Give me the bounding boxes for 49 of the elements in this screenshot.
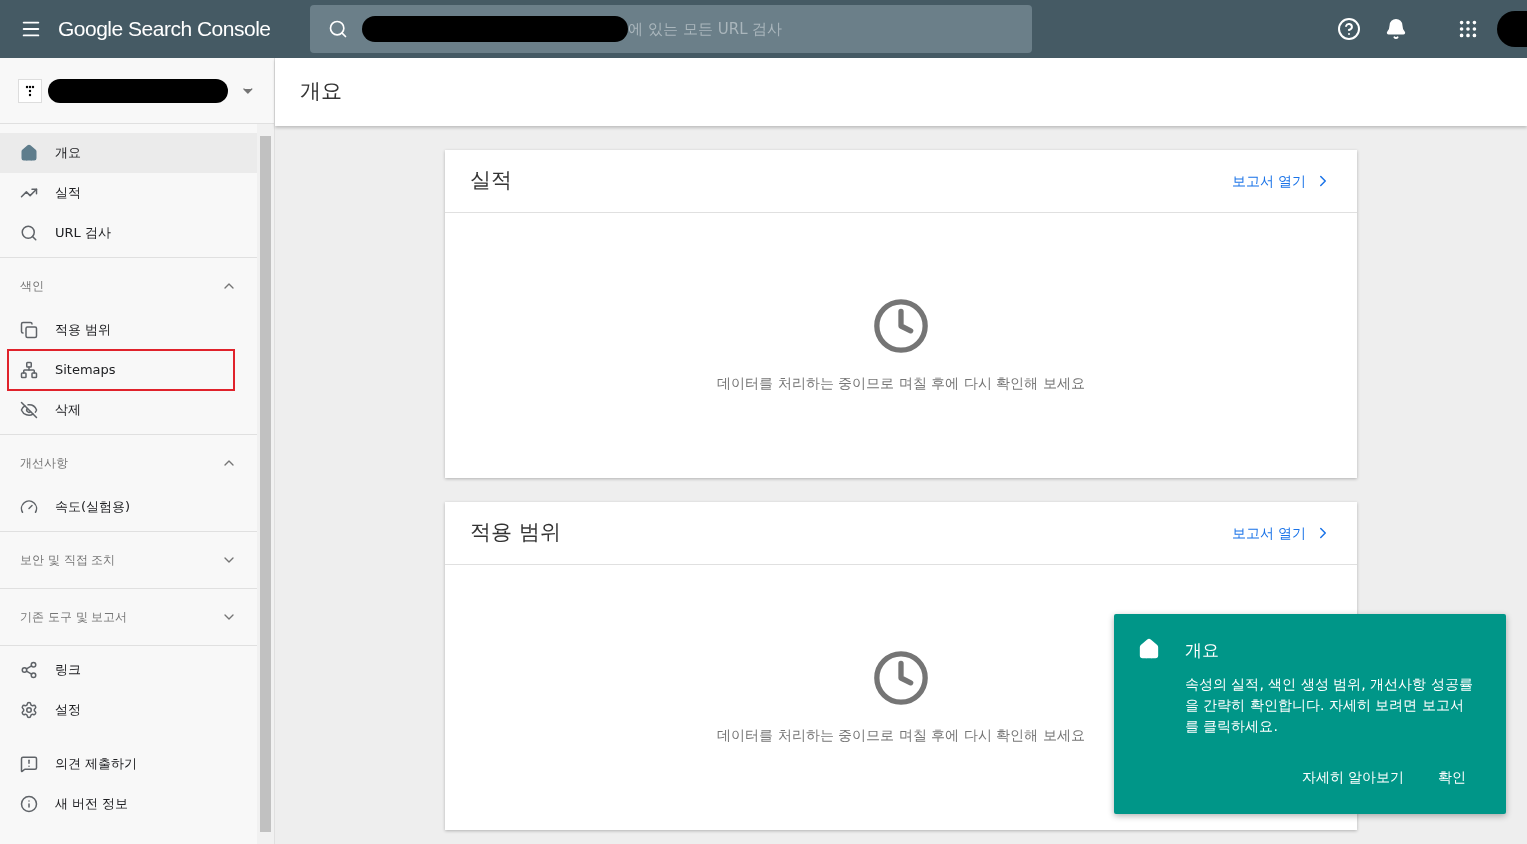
search-icon: [20, 224, 38, 242]
card-title: 실적: [470, 167, 512, 195]
home-icon: [20, 144, 38, 162]
info-icon: [20, 795, 38, 813]
clock-icon: [872, 297, 930, 355]
section-header[interactable]: 개선사항: [0, 439, 257, 487]
sidebar-item[interactable]: 속도(실험용): [0, 487, 257, 527]
feedback-icon: [20, 755, 38, 773]
section-header[interactable]: 색인: [0, 262, 257, 310]
section-header[interactable]: 기존 도구 및 보고서: [0, 593, 257, 641]
sidebar-item[interactable]: 의견 제출하기: [0, 744, 257, 784]
hidden-eye-icon: [20, 401, 38, 419]
scrollbar[interactable]: [257, 124, 274, 844]
home-icon: [1138, 638, 1160, 660]
links-icon: [20, 661, 38, 679]
apps-icon[interactable]: [1457, 18, 1479, 40]
sidebar-item[interactable]: 적용 범위: [0, 310, 257, 350]
tooltip-title: 개요: [1185, 639, 1220, 662]
processing-message: 데이터를 처리하는 중이므로 며칠 후에 다시 확인해 보세요: [717, 374, 1085, 393]
gauge-icon: [20, 498, 38, 516]
sidebar-item[interactable]: URL 검사: [0, 213, 257, 253]
tooltip-action[interactable]: 자세히 알아보기: [1291, 763, 1414, 792]
sidebar-item[interactable]: Sitemaps: [8, 350, 234, 390]
search-icon: [328, 19, 349, 39]
processing-message: 데이터를 처리하는 중이므로 며칠 후에 다시 확인해 보세요: [717, 726, 1085, 745]
open-report-link[interactable]: 보고서 열기: [1231, 522, 1332, 544]
sidebar-item[interactable]: 링크: [0, 650, 257, 690]
sidebar-item[interactable]: 실적: [0, 173, 257, 213]
page-title: 개요: [300, 78, 342, 106]
open-report-link[interactable]: 보고서 열기: [1231, 170, 1332, 192]
section-header[interactable]: 보안 및 직접 조치: [0, 536, 257, 584]
sidebar-item[interactable]: 삭제: [0, 390, 257, 430]
search-field[interactable]: 에 있는 모든 URL 검사: [310, 5, 1033, 53]
tooltip-body: 속성의 실적, 색인 생성 범위, 개선사항 성공률을 간략히 확인합니다. 자세히 보려면 보고서를 클릭하세요.: [1185, 674, 1474, 736]
clock-icon: [872, 649, 930, 707]
sidebar-item[interactable]: 새 버전 정보: [0, 784, 257, 824]
account-avatar[interactable]: [1497, 11, 1527, 47]
sidebar-item[interactable]: 개요: [0, 133, 257, 173]
sitemap-icon: [20, 361, 38, 379]
pages-icon: [20, 321, 38, 339]
sidebar-item[interactable]: 설정: [0, 690, 257, 730]
search-input[interactable]: 에 있는 모든 URL 검사: [628, 17, 929, 41]
help-icon[interactable]: [1337, 17, 1361, 41]
property-icon: [18, 78, 42, 103]
notifications-icon[interactable]: [1385, 18, 1407, 40]
card-title: 적용 범위: [470, 519, 561, 547]
tooltip-action[interactable]: 확인: [1428, 763, 1476, 792]
settings-icon: [20, 701, 38, 719]
app-title: Google Search Console: [58, 16, 271, 43]
